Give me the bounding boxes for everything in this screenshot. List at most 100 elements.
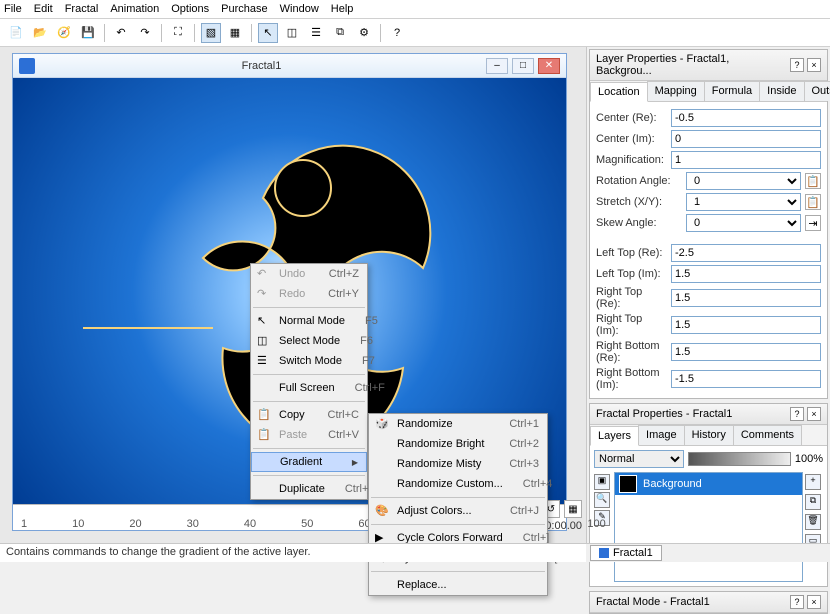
rt-im-input[interactable]	[671, 316, 821, 334]
tab-comments[interactable]: Comments	[733, 425, 802, 445]
separator	[253, 401, 365, 402]
redo-icon[interactable]: ↷	[135, 23, 155, 43]
doc-icon	[599, 548, 609, 558]
ctx-redo: ↷RedoCtrl+Y	[251, 284, 367, 304]
gradient-icon[interactable]: ▧	[201, 23, 221, 43]
visibility-icon[interactable]: ▣	[594, 474, 610, 490]
panel-help-button[interactable]: ?	[790, 407, 804, 421]
menu-animation[interactable]: Animation	[110, 3, 159, 15]
ruler-tick: 40	[244, 518, 256, 530]
tab-image[interactable]: Image	[638, 425, 685, 445]
panel-help-button[interactable]: ?	[790, 595, 804, 609]
ctx-adjust-colors[interactable]: 🎨Adjust Colors...Ctrl+J	[369, 501, 547, 521]
switch-icon[interactable]: ☰	[306, 23, 326, 43]
fullscreen-icon[interactable]: ⛶	[168, 23, 188, 43]
help-icon[interactable]: ?	[387, 23, 407, 43]
menu-purchase[interactable]: Purchase	[221, 3, 267, 15]
separator	[371, 571, 545, 572]
panel-title: Layer Properties - Fractal1, Backgrou...	[596, 53, 787, 77]
maximize-button[interactable]: □	[512, 58, 534, 74]
swatch-icon[interactable]: ▦	[225, 23, 245, 43]
opacity-slider[interactable]	[688, 452, 791, 466]
tab-formula[interactable]: Formula	[704, 81, 760, 101]
undo-icon[interactable]: ↶	[111, 23, 131, 43]
delete-layer-icon[interactable]: 🗑	[805, 514, 821, 530]
tab-layers[interactable]: Layers	[590, 426, 639, 446]
gear-icon[interactable]: ⚙	[354, 23, 374, 43]
menu-file[interactable]: File	[4, 3, 22, 15]
separator	[253, 475, 365, 476]
opacity-value: 100%	[795, 453, 823, 465]
select-icon[interactable]: ◫	[282, 23, 302, 43]
ctx-randomize-misty[interactable]: Randomize MistyCtrl+3	[369, 454, 547, 474]
layer-properties-panel: Layer Properties - Fractal1, Backgrou...…	[589, 49, 828, 399]
rt-re-input[interactable]	[671, 289, 821, 307]
center-im-input[interactable]	[671, 130, 821, 148]
tab-mapping[interactable]: Mapping	[647, 81, 705, 101]
document-tabs: Fractal1	[586, 543, 830, 562]
ctx-randomize-bright[interactable]: Randomize BrightCtrl+2	[369, 434, 547, 454]
duplicate-layer-icon[interactable]: ⧉	[805, 494, 821, 510]
minimize-button[interactable]: –	[486, 58, 508, 74]
menu-edit[interactable]: Edit	[34, 3, 53, 15]
separator	[104, 24, 105, 42]
panel-close-button[interactable]: ×	[807, 595, 821, 609]
magnification-input[interactable]	[671, 151, 821, 169]
tab-outside[interactable]: Outside	[804, 81, 830, 101]
ctx-normal-mode[interactable]: ↖Normal ModeF5	[251, 311, 367, 331]
ctx-randomize-custom[interactable]: Randomize Custom...Ctrl+4	[369, 474, 547, 494]
reset-icon[interactable]: ⇥	[805, 215, 821, 231]
save-icon[interactable]: 💾	[78, 23, 98, 43]
rb-re-input[interactable]	[671, 343, 821, 361]
render-icon[interactable]: ⧉	[330, 23, 350, 43]
rt-im-label: Right Top (Im):	[596, 313, 667, 337]
ctx-full-screen[interactable]: Full ScreenCtrl+F	[251, 378, 367, 398]
add-layer-icon[interactable]: +	[805, 474, 821, 490]
copy-icon[interactable]: 📋	[805, 173, 821, 189]
ctx-copy[interactable]: 📋CopyCtrl+C	[251, 405, 367, 425]
rotation-select[interactable]: 0	[686, 172, 801, 190]
center-re-input[interactable]	[671, 109, 821, 127]
calendar-icon[interactable]: ▦	[564, 500, 582, 518]
panel-title: Fractal Mode - Fractal1	[596, 596, 787, 608]
stretch-select[interactable]: 1	[686, 193, 801, 211]
ctx-gradient[interactable]: Gradient	[251, 452, 367, 472]
panel-help-button[interactable]: ?	[790, 58, 804, 72]
ruler-tick: 50	[301, 518, 313, 530]
open-icon[interactable]: 📂	[30, 23, 50, 43]
tab-history[interactable]: History	[684, 425, 734, 445]
new-icon[interactable]: 📄	[6, 23, 26, 43]
skew-select[interactable]: 0	[686, 214, 801, 232]
blend-mode-select[interactable]: Normal	[594, 450, 684, 468]
rt-re-label: Right Top (Re):	[596, 286, 667, 310]
layer-item[interactable]: Background	[615, 473, 802, 495]
menu-help[interactable]: Help	[331, 3, 354, 15]
browse-icon[interactable]: 🧭	[54, 23, 74, 43]
menu-fractal[interactable]: Fractal	[65, 3, 99, 15]
ctx-randomize[interactable]: 🎲RandomizeCtrl+1	[369, 414, 547, 434]
lt-im-input[interactable]	[671, 265, 821, 283]
ctx-select-mode[interactable]: ◫Select ModeF6	[251, 331, 367, 351]
ctx-switch-mode[interactable]: ☰Switch ModeF7	[251, 351, 367, 371]
ctx-duplicate[interactable]: DuplicateCtrl+D	[251, 479, 367, 499]
ruler-tick: 10	[72, 518, 84, 530]
center-im-label: Center (Im):	[596, 133, 667, 145]
lt-re-label: Left Top (Re):	[596, 247, 667, 259]
panel-close-button[interactable]: ×	[807, 407, 821, 421]
rb-im-input[interactable]	[671, 370, 821, 388]
pointer-icon[interactable]: ↖	[258, 23, 278, 43]
zoom-icon[interactable]: 🔍	[594, 492, 610, 508]
ctx-replace[interactable]: Replace...	[369, 575, 547, 595]
skew-label: Skew Angle:	[596, 217, 682, 229]
lt-re-input[interactable]	[671, 244, 821, 262]
tab-location[interactable]: Location	[590, 82, 648, 102]
close-button[interactable]: ✕	[538, 58, 560, 74]
doc-tab-fractal1[interactable]: Fractal1	[590, 545, 662, 561]
separator	[371, 524, 545, 525]
layers-list[interactable]: Background	[614, 472, 803, 582]
menu-window[interactable]: Window	[280, 3, 319, 15]
menu-options[interactable]: Options	[171, 3, 209, 15]
paste-icon[interactable]: 📋	[805, 194, 821, 210]
tab-inside[interactable]: Inside	[759, 81, 804, 101]
panel-close-button[interactable]: ×	[807, 58, 821, 72]
